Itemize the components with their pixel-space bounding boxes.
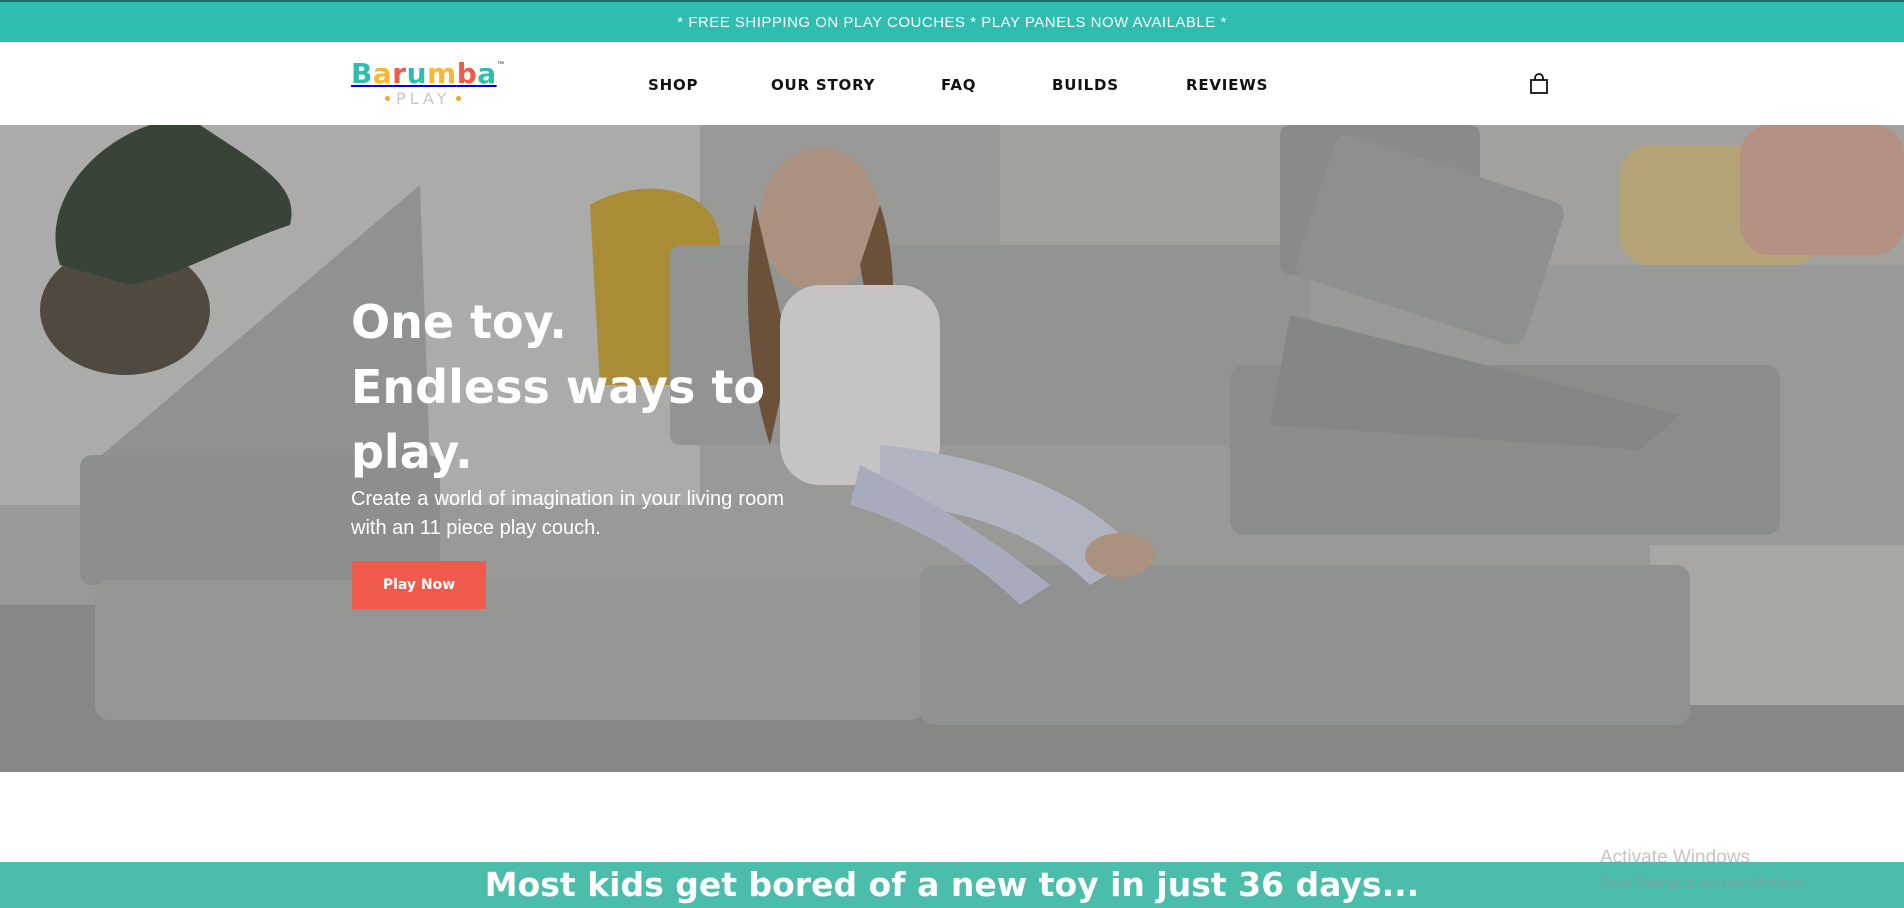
hero-overlay [0, 125, 1904, 772]
hero-title-line: play. [351, 425, 473, 479]
hero-title-line: One toy. [351, 295, 567, 349]
hero-title-line: Endless ways to [351, 360, 765, 414]
shopping-bag-icon[interactable] [1528, 73, 1550, 95]
logo-letter: m [427, 57, 457, 90]
hero-title: One toy. Endless ways to play. [351, 290, 771, 485]
watermark-line2: Go to Settings to activate Windows. [1600, 875, 1806, 890]
nav-our-story[interactable]: OUR STORY [771, 76, 875, 94]
logo-letter: r [392, 57, 407, 90]
nav-faq[interactable]: FAQ [941, 76, 976, 94]
hero-section: One toy. Endless ways to play. Create a … [0, 125, 1904, 772]
logo-wordmark: B a r u m b a [351, 59, 507, 89]
logo-dot [385, 96, 390, 101]
logo-letter: B [351, 57, 373, 90]
logo-subtitle: PLAY [385, 89, 462, 108]
shopping-bag-icon-glyph [1530, 73, 1548, 94]
windows-watermark: Activate Windows Go to Settings to activ… [1600, 847, 1805, 890]
logo-letter: a [477, 57, 497, 90]
bored-banner-text: Most kids get bored of a new toy in just… [484, 865, 1420, 904]
logo-letter: u [406, 57, 427, 90]
nav-builds[interactable]: BUILDS [1052, 76, 1119, 94]
announcement-text: * FREE SHIPPING ON PLAY COUCHES * PLAY P… [677, 13, 1227, 31]
logo-letter: b [456, 57, 478, 90]
watermark-line1: Activate Windows [1600, 847, 1750, 868]
logo-sub-text: PLAY [396, 89, 451, 108]
logo-dot [456, 96, 462, 101]
announcement-bar: * FREE SHIPPING ON PLAY COUCHES * PLAY P… [0, 0, 1904, 42]
brand-logo[interactable]: B a r u m b a ™ PLAY [351, 59, 507, 109]
play-now-button[interactable]: Play Now [352, 561, 486, 609]
logo-trademark: ™ [497, 61, 504, 68]
nav-reviews[interactable]: REVIEWS [1186, 76, 1268, 94]
logo-letter: a [372, 57, 393, 90]
site-header: B a r u m b a ™ PLAY SHOP OUR STORY FAQ … [0, 42, 1904, 125]
hero-subtitle: Create a world of imagination in your li… [351, 488, 784, 539]
nav-shop[interactable]: SHOP [648, 76, 698, 94]
